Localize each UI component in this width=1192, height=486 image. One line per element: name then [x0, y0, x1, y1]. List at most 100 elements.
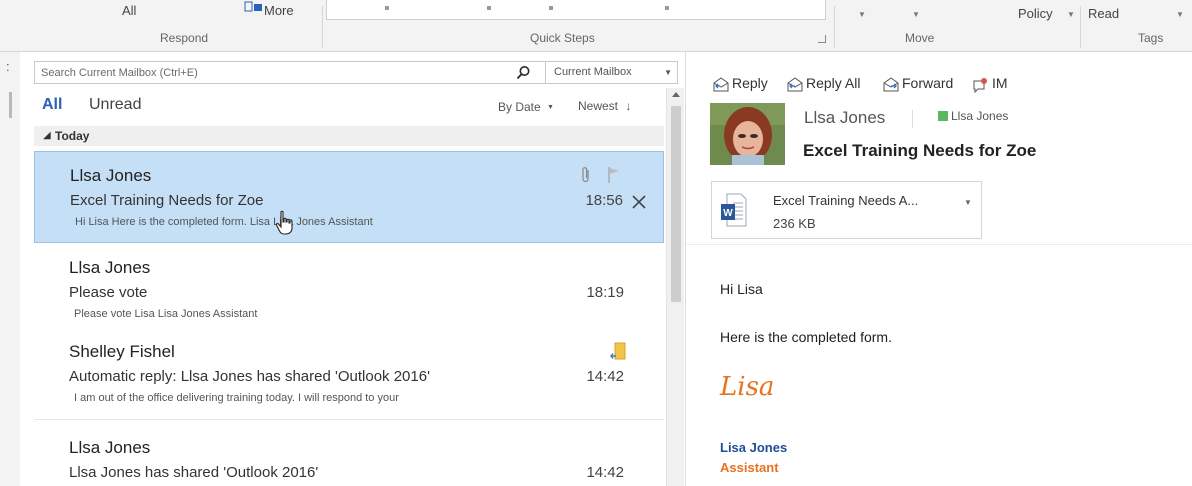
svg-text:W: W: [723, 208, 733, 219]
more-icon[interactable]: [244, 1, 264, 13]
reply-all-icon: [787, 77, 803, 92]
quick-step-item[interactable]: [487, 6, 491, 10]
quick-step-item[interactable]: [549, 6, 553, 10]
message-preview: I am out of the office delivering traini…: [74, 392, 399, 404]
attachment-size: 236 KB: [773, 216, 816, 231]
tags-dropdown-icon[interactable]: ▼: [1176, 10, 1184, 19]
signature-role: Assistant: [720, 460, 779, 475]
reply-button[interactable]: Reply: [712, 75, 778, 95]
search-input[interactable]: [35, 62, 505, 83]
attachment-dropdown-icon[interactable]: ▼: [964, 198, 972, 207]
body-text: Here is the completed form.: [720, 329, 892, 345]
message-subject: Excel Training Needs for Zoe: [70, 192, 264, 209]
reply-icon: [713, 77, 729, 92]
ribbon-divider: [1080, 6, 1081, 48]
message-item[interactable]: Llsa Jones Please vote Please vote Lisa …: [34, 244, 664, 336]
quick-steps-launcher-icon[interactable]: [818, 35, 826, 43]
quick-steps-gallery[interactable]: [326, 0, 826, 20]
search-icon[interactable]: [515, 65, 531, 81]
search-scope-label: Current Mailbox: [554, 66, 632, 78]
filter-unread-tab[interactable]: Unread: [89, 96, 141, 114]
signature-name: Lisa Jones: [720, 440, 788, 455]
message-sender: Llsa Jones: [69, 438, 151, 457]
message-sender: Llsa Jones: [70, 166, 152, 185]
signature-script: Lisa: [720, 372, 775, 402]
chevron-down-icon: ▼: [547, 104, 554, 111]
word-document-icon: W: [721, 193, 747, 227]
reply-all-label: Reply All: [806, 75, 861, 91]
message-item[interactable]: Shelley Fishel Automatic reply: Llsa Jon…: [34, 328, 664, 420]
tags-group-label: Tags: [1138, 31, 1164, 45]
reply-all-button[interactable]: Reply All: [786, 75, 876, 95]
message-separator: [34, 419, 664, 420]
group-header-today[interactable]: ◢ Today: [34, 126, 664, 146]
group-label: Today: [55, 129, 90, 143]
forward-label: Forward: [902, 75, 954, 91]
automatic-reply-icon: [610, 342, 626, 360]
scrollbar-thumb[interactable]: [671, 106, 681, 302]
reply-label: Reply: [732, 75, 768, 91]
message-sender: Llsa Jones: [69, 258, 151, 277]
ribbon: All More Respond Quick Steps ▼ ▼ Policy …: [0, 0, 1192, 52]
im-label: IM: [992, 75, 1008, 91]
rules-dropdown-icon[interactable]: ▼: [912, 10, 920, 19]
policy-dropdown-icon[interactable]: ▼: [1067, 10, 1075, 19]
message-preview: Hi Lisa Here is the completed form. Lisa…: [75, 216, 373, 228]
presence-icon: [938, 111, 948, 121]
read-unread-button[interactable]: Read: [1088, 6, 1119, 21]
search-scope-dropdown[interactable]: Current Mailbox ▼: [546, 62, 678, 83]
sort-order-toggle[interactable]: Newest ↓: [578, 99, 631, 113]
attachment-divider: [686, 244, 1192, 245]
message-subject: Please vote: [69, 284, 148, 301]
sort-by-dropdown[interactable]: By Date ▼: [498, 100, 554, 114]
scroll-up-arrow-icon[interactable]: [672, 92, 680, 97]
ribbon-divider: [834, 6, 835, 48]
sort-by-label: By Date: [498, 100, 541, 114]
reading-subject: Excel Training Needs for Zoe: [803, 141, 1037, 160]
attachment-card[interactable]: W Excel Training Needs A... 236 KB ▼: [711, 181, 982, 239]
collapse-triangle-icon[interactable]: ◢: [43, 130, 51, 141]
forward-icon: [883, 77, 899, 92]
message-sender: Shelley Fishel: [69, 342, 175, 361]
forward-button[interactable]: Forward: [882, 75, 966, 95]
delete-icon[interactable]: [631, 194, 647, 210]
message-subject: Automatic reply: Llsa Jones has shared '…: [69, 368, 430, 385]
avatar[interactable]: [710, 103, 785, 165]
message-time: 14:42: [586, 368, 624, 385]
ellipsis-icon[interactable]: :: [6, 59, 10, 74]
search-bar: Current Mailbox ▼: [34, 61, 678, 84]
message-preview: Please vote Lisa Lisa Jones Assistant: [74, 308, 258, 320]
message-time: 18:56: [585, 192, 623, 209]
message-item[interactable]: Llsa Jones Llsa Jones has shared 'Outloo…: [34, 424, 664, 486]
quick-step-item[interactable]: [665, 6, 669, 10]
from-name[interactable]: Llsa Jones: [804, 108, 885, 128]
header-divider: [912, 110, 913, 128]
quick-step-item[interactable]: [385, 6, 389, 10]
message-time: 18:19: [586, 284, 624, 301]
quick-steps-group-label: Quick Steps: [530, 31, 595, 45]
folder-pane-collapsed[interactable]: :: [0, 52, 20, 486]
pane-divider[interactable]: [685, 52, 686, 486]
more-button[interactable]: More: [264, 3, 294, 18]
body-greeting: Hi Lisa: [720, 281, 763, 297]
flag-icon[interactable]: [607, 166, 621, 184]
hand-cursor-icon: [275, 210, 293, 235]
filter-all-tab[interactable]: All: [42, 96, 62, 114]
im-button[interactable]: IM: [972, 75, 1022, 95]
recipient-name[interactable]: Llsa Jones: [951, 109, 1008, 123]
move-dropdown-icon[interactable]: ▼: [858, 10, 866, 19]
folder-pane-handle[interactable]: [9, 92, 12, 118]
sort-order-label: Newest: [578, 99, 619, 113]
arrow-down-icon: ↓: [625, 99, 632, 113]
message-list-scrollbar[interactable]: [666, 88, 684, 486]
filter-row: All Unread By Date ▼ Newest ↓: [34, 96, 664, 120]
message-subject: Llsa Jones has shared 'Outlook 2016': [69, 464, 319, 481]
ribbon-divider: [322, 6, 323, 48]
message-time: 14:42: [586, 464, 624, 481]
message-item[interactable]: Llsa Jones Excel Training Needs for Zoe …: [34, 151, 664, 243]
reply-all-button[interactable]: All: [122, 3, 136, 18]
respond-group-label: Respond: [160, 31, 209, 45]
sender-photo: [710, 103, 785, 165]
policy-button[interactable]: Policy: [1018, 6, 1053, 21]
im-icon: [973, 78, 987, 93]
